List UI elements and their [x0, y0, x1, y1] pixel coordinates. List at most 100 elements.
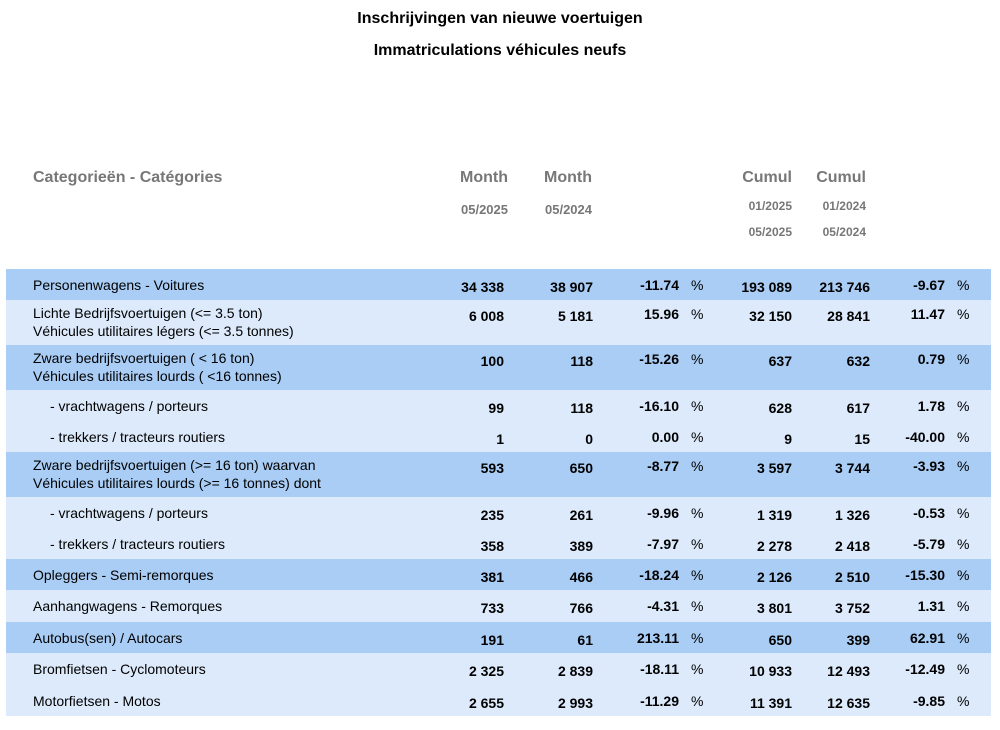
month-change-percent-sign: %: [691, 398, 704, 414]
month-change-percent-sign: %: [691, 630, 704, 646]
month-change-percent-sign: %: [691, 351, 704, 367]
month-change-value: -18.24: [639, 567, 679, 583]
month-2024-value: 389: [569, 538, 593, 554]
cumul-2024-value: 1 326: [834, 507, 870, 523]
month-change-value: -18.11: [640, 661, 679, 677]
month-2025-value: 235: [480, 507, 504, 523]
month-2024-value: 118: [570, 353, 593, 369]
cumul-2025-value: 32 150: [749, 308, 792, 324]
cumul-2024-value: 632: [846, 353, 870, 369]
month-change-percent-sign: %: [691, 567, 704, 583]
month-change-value: 15.96: [643, 306, 679, 322]
month-2025-value: 1: [496, 431, 504, 447]
cumul-change-percent-sign: %: [957, 458, 970, 474]
table-row: Autobus(sen) / Autocars 191 61 213.11% 650 39…: [6, 622, 991, 653]
cumul-2025-value: 628: [768, 400, 792, 416]
month-2024-value: 650: [569, 460, 593, 476]
category-label-line1: Lichte Bedrijfsvoertuigen (<= 3.5 ton): [33, 305, 263, 321]
cumul-2024-value: 2 510: [834, 569, 870, 585]
category-label-line1: Opleggers - Semi-remorques: [33, 567, 214, 583]
month-change-value: -9.96: [647, 505, 679, 521]
month-2025-value: 593: [480, 460, 504, 476]
cumul-change-percent-sign: %: [957, 398, 970, 414]
category-label: - vrachtwagens / porteurs: [50, 397, 208, 415]
cumul-2024-value: 399: [846, 632, 870, 648]
table-row: Motorfietsen - Motos 2 655 2 993 -11.29% 11 …: [6, 685, 991, 716]
month-2025-value: 381: [480, 569, 504, 585]
table-row: Opleggers - Semi-remorques 381 466 -18.24% 2…: [6, 559, 991, 590]
table-row: Bromfietsen - Cyclomoteurs 2 325 2 839 -18.…: [6, 653, 991, 685]
category-label: Zware bedrijfsvoertuigen ( < 16 ton) Véhi…: [33, 349, 282, 385]
cumul-change-value: 1.31: [917, 598, 945, 614]
cumul-2025-value: 1 319: [756, 507, 792, 523]
month-2024-value: 2 839: [557, 663, 593, 679]
month-change-percent-sign: %: [691, 458, 704, 474]
cumul-change-percent-sign: %: [957, 351, 970, 367]
header-month-2025: Month: [460, 169, 508, 186]
cumul-2024-value: 213 746: [819, 279, 870, 295]
header-month-2024: Month: [544, 169, 592, 186]
cumul-change-value: -15.30: [905, 567, 945, 583]
month-2025-value: 99: [488, 400, 504, 416]
cumul-change-percent-sign: %: [957, 661, 970, 677]
category-label: Aanhangwagens - Remorques: [33, 597, 222, 615]
cumul-2025-value: 2 126: [756, 569, 792, 585]
title-french: Immatriculations véhicules neufs: [373, 42, 627, 59]
cumul-2025-value: 3 801: [756, 600, 792, 616]
category-label-line1: Personenwagens - Voitures: [33, 277, 205, 293]
month-2024-value: 0: [585, 431, 593, 447]
cumul-2024-value: 15: [854, 431, 870, 447]
cumul-2025-value: 637: [768, 353, 792, 369]
month-change-percent-sign: %: [691, 429, 704, 445]
month-change-percent-sign: %: [691, 661, 704, 677]
cumul-change-value: -9.85: [913, 693, 945, 709]
month-change-value: 213.11: [636, 630, 679, 646]
category-label: Personenwagens - Voitures: [33, 276, 204, 294]
category-label-line2: Véhicules utilitaires lourds ( <16 tonne…: [33, 368, 282, 384]
registrations-table: Personenwagens - Voitures 34 338 38 907 -11…: [6, 269, 991, 716]
header-cumul-2024-to: 05/2024: [822, 225, 866, 239]
category-label-line1: Autobus(sen) / Autocars: [33, 630, 183, 646]
month-2025-value: 2 325: [468, 663, 504, 679]
cumul-change-percent-sign: %: [957, 693, 970, 709]
category-label-line1: Motorfietsen - Motos: [33, 693, 161, 709]
month-2025-value: 733: [480, 600, 504, 616]
cumul-change-value: 1.78: [917, 398, 945, 414]
month-2024-value: 61: [577, 632, 593, 648]
category-label: - trekkers / tracteurs routiers: [50, 428, 225, 446]
month-2024-value: 2 993: [557, 695, 593, 711]
month-2025-value: 2 655: [468, 695, 504, 711]
month-2024-value: 766: [569, 600, 593, 616]
table-row: - vrachtwagens / porteurs 99 118 -16.10% 628…: [6, 390, 991, 421]
category-label: Lichte Bedrijfsvoertuigen (<= 3.5 ton) Vé…: [33, 304, 294, 340]
category-label-line1: - trekkers / tracteurs routiers: [50, 536, 226, 552]
month-change-value: -4.31: [647, 598, 679, 614]
cumul-2024-value: 3 752: [834, 600, 870, 616]
header-category: Categorieën - Catégories: [33, 169, 223, 186]
category-label: Motorfietsen - Motos: [33, 692, 161, 710]
cumul-change-value: 11.47: [910, 306, 945, 322]
header-month-2024-period: 05/2024: [545, 202, 592, 217]
category-label-line1: Bromfietsen - Cyclomoteurs: [33, 661, 206, 677]
category-label-line2: Véhicules utilitaires légers (<= 3.5 ton…: [33, 323, 294, 339]
cumul-change-percent-sign: %: [957, 429, 970, 445]
category-label-line1: Aanhangwagens - Remorques: [33, 598, 223, 614]
month-2024-value: 38 907: [550, 279, 593, 295]
category-label-line1: Zware bedrijfsvoertuigen (>= 16 ton) waa…: [33, 457, 316, 473]
title-dutch: Inschrijvingen van nieuwe voertuigen: [357, 10, 643, 27]
month-change-percent-sign: %: [691, 536, 704, 552]
cumul-2025-value: 2 278: [756, 538, 792, 554]
category-label-line1: - vrachtwagens / porteurs: [50, 398, 208, 414]
category-label: Autobus(sen) / Autocars: [33, 629, 182, 647]
cumul-2024-value: 12 635: [827, 695, 870, 711]
category-label-line2: Véhicules utilitaires lourds (>= 16 tonn…: [33, 475, 321, 491]
table-row: - vrachtwagens / porteurs 235 261 -9.96% 1 3…: [6, 497, 991, 528]
month-2024-value: 466: [569, 569, 593, 585]
month-2024-value: 5 181: [557, 308, 593, 324]
cumul-change-percent-sign: %: [957, 505, 970, 521]
header-cumul-2024-from: 01/2024: [822, 199, 866, 213]
cumul-change-percent-sign: %: [957, 277, 970, 293]
cumul-change-percent-sign: %: [957, 536, 970, 552]
cumul-change-value: -0.53: [913, 505, 945, 521]
month-2024-value: 118: [570, 400, 593, 416]
